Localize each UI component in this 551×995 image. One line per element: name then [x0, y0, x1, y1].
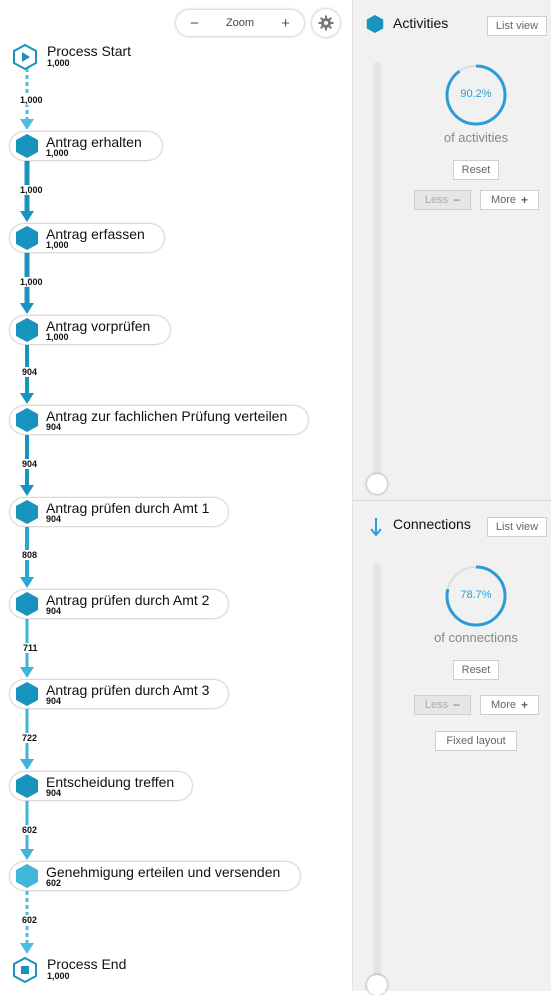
connections-slider-handle[interactable] — [367, 975, 387, 995]
activities-percent: 90.2% — [460, 88, 492, 100]
activity-hexagon-icon — [16, 864, 38, 888]
activities-more-button[interactable]: More + — [480, 190, 539, 210]
connection-arrowhead — [20, 393, 34, 404]
connection-arrowhead — [20, 667, 34, 678]
edge-label: 904 — [21, 367, 39, 377]
connections-list-view-button[interactable]: List view — [487, 517, 547, 537]
activities-of-label: of activities — [443, 130, 509, 145]
arrow-down-icon — [370, 518, 382, 537]
node-label: Process Start — [47, 43, 132, 59]
activity-node[interactable]: Antrag prüfen durch Amt 2 904 — [10, 590, 228, 618]
edge-label: 722 — [21, 733, 39, 743]
activity-node[interactable]: Antrag vorprüfen 1,000 — [10, 316, 170, 344]
activities-list-view-button[interactable]: List view — [487, 16, 547, 36]
zoom-label: Zoom — [225, 17, 255, 29]
activity-hexagon-icon — [16, 408, 38, 432]
activities-slider-handle[interactable] — [367, 474, 387, 494]
activity-hexagon-icon — [16, 592, 38, 616]
connections-less-button[interactable]: Less − — [414, 695, 471, 715]
edge-label: 1,000 — [19, 185, 44, 195]
node-count: 1,000 — [46, 148, 69, 158]
activities-reset-button[interactable]: Reset — [453, 160, 499, 180]
edge-label: 1,000 — [19, 95, 44, 105]
node-label: Antrag prüfen durch Amt 1 — [46, 500, 210, 516]
connection-arrowhead — [20, 577, 34, 588]
activity-hexagon-icon — [16, 500, 38, 524]
gear-icon — [318, 15, 334, 31]
activity-hexagon-icon — [16, 134, 38, 158]
connection-arrowhead — [20, 943, 34, 954]
activity-node[interactable]: Antrag zur fachlichen Prüfung verteilen … — [10, 406, 308, 434]
connection-arrowhead — [20, 485, 34, 496]
activities-slider-track[interactable] — [373, 62, 381, 482]
activity-node[interactable]: Genehmigung erteilen und versenden 602 — [10, 862, 300, 890]
process-start-node[interactable]: Process Start 1,000 — [12, 43, 162, 73]
edge-label: 1,000 — [19, 277, 44, 287]
fixed-layout-button[interactable]: Fixed layout — [435, 731, 517, 751]
activity-node[interactable]: Antrag prüfen durch Amt 3 904 — [10, 680, 228, 708]
stop-icon — [13, 957, 37, 983]
node-count: 1,000 — [46, 332, 69, 342]
connections-more-button[interactable]: More + — [480, 695, 539, 715]
connection-arrowhead — [20, 119, 34, 130]
node-count: 904 — [46, 696, 62, 706]
node-count: 1,000 — [47, 971, 70, 981]
activity-hexagon-icon — [16, 318, 38, 342]
connections-title: Connections — [393, 516, 471, 532]
connections-percent: 78.7% — [460, 589, 492, 601]
plus-icon: + — [521, 193, 529, 207]
activity-node[interactable]: Antrag erhalten 1,000 — [10, 132, 162, 160]
node-count: 1,000 — [47, 58, 70, 68]
zoom-in-button[interactable]: + — [281, 16, 290, 31]
process-map-canvas[interactable]: − Zoom + Process Start 1,000 Antrag erha… — [0, 0, 352, 991]
process-end-node[interactable]: Process End 1,000 — [12, 956, 162, 986]
less-label: Less — [424, 194, 449, 206]
more-label: More — [490, 699, 517, 711]
plus-icon: + — [521, 698, 529, 712]
edge-label: 711 — [22, 643, 39, 653]
settings-button[interactable] — [312, 9, 340, 37]
activity-hexagon-icon — [366, 15, 384, 33]
edge-label: 602 — [21, 825, 39, 835]
activity-node[interactable]: Entscheidung treffen 904 — [10, 772, 192, 800]
node-label: Genehmigung erteilen und versenden — [46, 864, 281, 880]
minus-icon: − — [453, 698, 461, 712]
connections-of-label: of connections — [434, 630, 518, 645]
minus-icon: − — [453, 193, 461, 207]
node-count: 904 — [46, 514, 62, 524]
connection-arrowhead — [20, 303, 34, 314]
node-label: Entscheidung treffen — [46, 774, 175, 790]
more-label: More — [490, 194, 517, 206]
activity-node[interactable]: Antrag prüfen durch Amt 1 904 — [10, 498, 228, 526]
activity-hexagon-icon — [16, 682, 38, 706]
edge-label: 808 — [21, 550, 39, 560]
node-count: 904 — [46, 788, 62, 798]
connection-arrowhead — [20, 849, 34, 860]
section-divider — [353, 500, 551, 501]
edge-label: 602 — [21, 915, 39, 925]
activity-node[interactable]: Antrag erfassen 1,000 — [10, 224, 164, 252]
zoom-control: − Zoom + — [176, 10, 304, 36]
node-count: 904 — [46, 422, 62, 432]
node-label: Process End — [47, 956, 127, 972]
node-count: 1,000 — [46, 240, 69, 250]
activity-hexagon-icon — [16, 226, 38, 250]
zoom-out-button[interactable]: − — [190, 16, 199, 31]
node-count: 904 — [46, 606, 62, 616]
play-icon — [13, 44, 37, 70]
activities-less-button[interactable]: Less − — [414, 190, 471, 210]
filter-panel: Activities List view 90.2% of activities… — [352, 0, 551, 995]
edge-label: 904 — [21, 459, 39, 469]
node-label: Antrag prüfen durch Amt 2 — [46, 592, 210, 608]
node-label: Antrag zur fachlichen Prüfung verteilen — [46, 408, 288, 424]
connection-arrowhead — [20, 759, 34, 770]
activity-hexagon-icon — [16, 774, 38, 798]
connection-arrowhead — [20, 211, 34, 222]
node-count: 602 — [46, 878, 62, 888]
less-label: Less — [424, 699, 449, 711]
activities-title: Activities — [393, 15, 449, 31]
connections-slider-track[interactable] — [373, 563, 381, 983]
connections-reset-button[interactable]: Reset — [453, 660, 499, 680]
node-label: Antrag prüfen durch Amt 3 — [46, 682, 210, 698]
